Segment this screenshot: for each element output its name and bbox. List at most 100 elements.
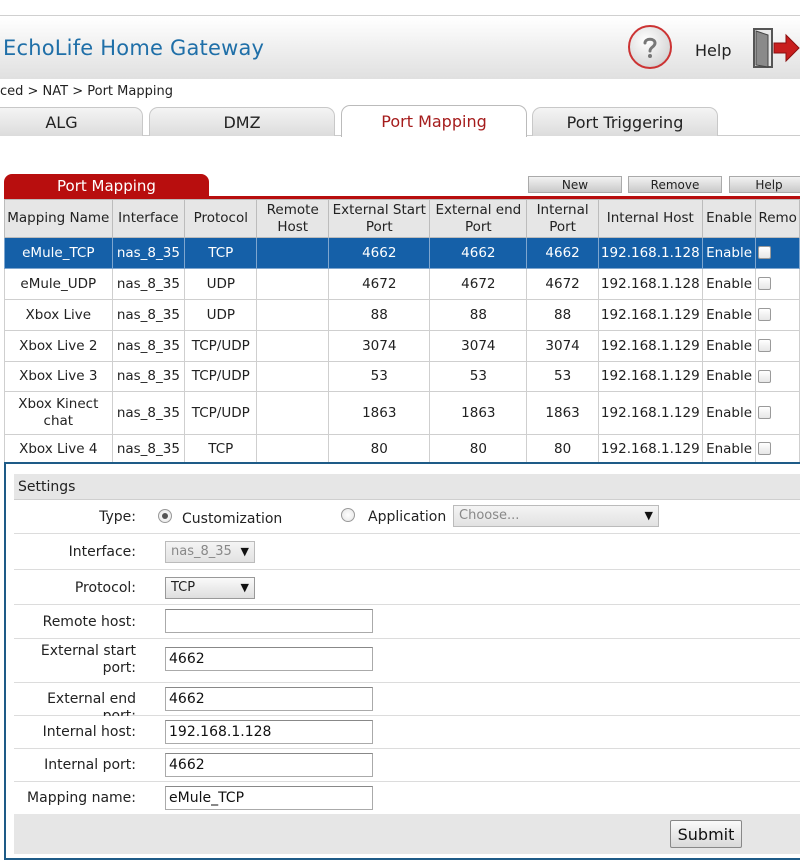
interface-select[interactable]: nas_8_35 ▼	[165, 541, 255, 563]
col-mapping-name: Mapping Name	[4, 199, 113, 238]
external-start-port-input[interactable]: 4662	[165, 647, 373, 671]
cell-external-end: 88	[429, 299, 528, 331]
internal-host-label: Internal host:	[42, 724, 136, 740]
mapping-name-input[interactable]: eMule_TCP	[165, 786, 373, 810]
cell-enable: Enable	[701, 268, 757, 300]
remove-button[interactable]: Remove	[628, 176, 722, 193]
table-row[interactable]: Xbox Live 2 nas_8_35 TCP/UDP 3074 3074 3…	[4, 330, 800, 362]
chevron-down-icon: ▼	[240, 581, 249, 594]
table-row[interactable]: eMule_TCP nas_8_35 TCP 4662 4662 4662 19…	[4, 237, 800, 269]
tab-dmz[interactable]: DMZ	[149, 107, 335, 136]
cell-interface: nas_8_35	[111, 299, 186, 331]
cell-external-start: 4662	[328, 237, 431, 269]
customization-radio[interactable]	[158, 509, 172, 523]
table-help-button[interactable]: Help	[729, 176, 800, 193]
cell-internal-host: 192.168.1.128	[597, 268, 703, 300]
remove-checkbox[interactable]	[758, 277, 772, 290]
col-remote-host: Remote Host	[256, 199, 330, 238]
cell-remote-host	[256, 268, 330, 300]
col-remote-host-line2: Host	[277, 218, 309, 235]
application-radio[interactable]	[341, 508, 355, 522]
col-interface: Interface	[111, 199, 186, 238]
external-end-port-input[interactable]: 4662	[165, 687, 373, 711]
remove-checkbox[interactable]	[758, 369, 772, 383]
col-protocol: Protocol	[184, 199, 258, 238]
col-external-end-port: External end Port	[429, 199, 528, 238]
mapping-name-row: Mapping name: eMule_TCP	[14, 782, 800, 814]
table-row[interactable]: Xbox Kinect chat nas_8_35 TCP/UDP 1863 18…	[4, 391, 800, 435]
cell-protocol: TCP	[184, 434, 258, 464]
cell-protocol: UDP	[184, 299, 258, 331]
table-row[interactable]: Xbox Live nas_8_35 UDP 88 88 88 192.168.…	[4, 299, 800, 331]
cell-external-end: 80	[429, 434, 528, 464]
cell-external-start: 4672	[328, 268, 431, 300]
cell-interface: nas_8_35	[111, 268, 186, 300]
cell-mapping-name: Xbox Live 2	[4, 330, 113, 362]
interface-row: Interface: nas_8_35 ▼	[14, 534, 800, 570]
logout-icon[interactable]	[752, 25, 800, 71]
type-row: Type: Customization Application Choose..…	[14, 500, 800, 534]
cell-mapping-name-line2: chat	[43, 413, 74, 429]
internal-port-label: Internal port:	[44, 757, 136, 773]
tab-port-triggering[interactable]: Port Triggering	[532, 107, 718, 136]
cell-mapping-name: Xbox Live 3	[4, 361, 113, 392]
cell-internal-port: 53	[526, 361, 599, 392]
remote-host-label: Remote host:	[42, 614, 136, 630]
cell-enable: Enable	[701, 330, 757, 362]
cell-external-start: 1863	[328, 391, 431, 435]
new-button[interactable]: New	[528, 176, 622, 193]
application-select[interactable]: Choose... ▼	[453, 505, 659, 527]
internal-host-input[interactable]: 192.168.1.128	[165, 720, 373, 744]
tab-port-mapping[interactable]: Port Mapping	[341, 105, 527, 137]
cell-mapping-name: Xbox Kinect chat	[4, 391, 113, 435]
mapping-name-label: Mapping name:	[27, 790, 136, 806]
help-link[interactable]: Help	[695, 41, 731, 60]
remove-checkbox[interactable]	[758, 406, 772, 419]
cell-enable: Enable	[701, 237, 757, 269]
tab-alg[interactable]: ALG	[0, 107, 143, 136]
cell-internal-port: 4662	[526, 237, 599, 269]
cell-mapping-name: Xbox Live 4	[4, 434, 113, 464]
table-row[interactable]: Xbox Live 4 nas_8_35 TCP 80 80 80 192.16…	[4, 434, 800, 464]
col-internal-port: Internal Port	[526, 199, 599, 238]
cell-external-end: 4662	[429, 237, 528, 269]
cell-enable: Enable	[701, 361, 757, 392]
cell-external-start: 80	[328, 434, 431, 464]
protocol-select[interactable]: TCP ▼	[165, 577, 255, 599]
nav-tabs: ALG DMZ Port Mapping Port Triggering	[0, 105, 800, 137]
cell-internal-port: 1863	[526, 391, 599, 435]
col-ext-end-line1: External end	[435, 201, 522, 218]
remove-checkbox[interactable]	[758, 442, 772, 455]
type-label: Type:	[99, 509, 136, 525]
remove-checkbox[interactable]	[758, 246, 772, 259]
internal-host-row: Internal host: 192.168.1.128	[14, 716, 800, 749]
cell-internal-host: 192.168.1.129	[597, 299, 703, 331]
submit-button[interactable]: Submit	[670, 820, 742, 848]
table-row[interactable]: eMule_UDP nas_8_35 UDP 4672 4672 4672 19…	[4, 268, 800, 300]
remote-host-input[interactable]	[165, 609, 373, 633]
cell-external-end: 3074	[429, 330, 528, 362]
internal-port-input[interactable]: 4662	[165, 753, 373, 777]
cell-enable: Enable	[701, 299, 757, 331]
cell-mapping-name: eMule_TCP	[4, 237, 113, 269]
cell-interface: nas_8_35	[111, 391, 186, 435]
cell-external-end: 53	[429, 361, 528, 392]
settings-footer: Submit	[14, 814, 800, 854]
table-header-row: Mapping Name Interface Protocol Remote Ho…	[4, 199, 800, 238]
cell-remote-host	[256, 361, 330, 392]
cell-mapping-name: eMule_UDP	[4, 268, 113, 300]
help-icon[interactable]	[628, 25, 672, 69]
cell-enable: Enable	[701, 391, 757, 435]
cell-mapping-name: Xbox Live	[4, 299, 113, 331]
cell-protocol: TCP	[184, 237, 258, 269]
application-label: Application	[368, 509, 447, 525]
external-start-port-row: External start port: 4662	[14, 639, 800, 683]
table-row[interactable]: Xbox Live 3 nas_8_35 TCP/UDP 53 53 53 19…	[4, 361, 800, 392]
cell-mapping-name-line1: Xbox Kinect	[18, 396, 99, 412]
remove-checkbox[interactable]	[758, 339, 772, 352]
remove-checkbox[interactable]	[758, 308, 772, 321]
external-start-port-label-line2: port:	[102, 660, 136, 676]
cell-protocol: TCP/UDP	[184, 330, 258, 362]
cell-remote-host	[256, 299, 330, 331]
cell-protocol: TCP/UDP	[184, 361, 258, 392]
